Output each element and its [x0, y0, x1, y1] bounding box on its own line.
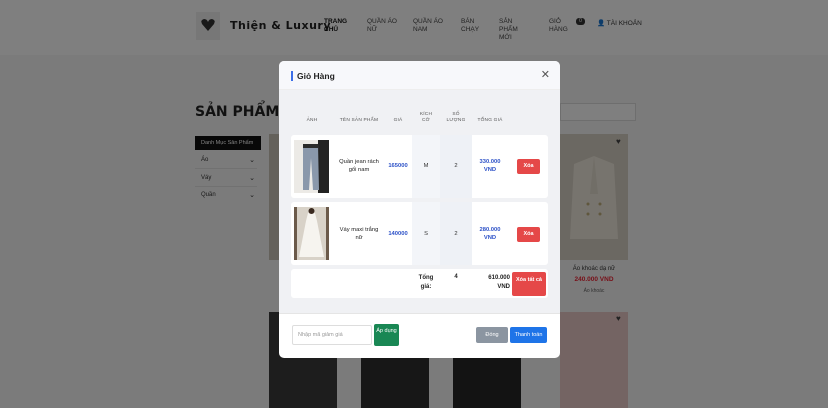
jeans-image	[294, 140, 329, 193]
delete-button[interactable]: Xóa	[517, 227, 540, 242]
product-price: 140000	[388, 231, 408, 237]
product-size: S	[424, 231, 428, 237]
divider	[279, 313, 560, 314]
delete-all-button[interactable]: Xóa tất cả	[512, 272, 546, 296]
close-icon[interactable]: ✕	[541, 70, 550, 81]
col-header-total: TỔNG GIÁ	[477, 118, 503, 123]
product-name: Váy maxi trắng nữ	[339, 227, 379, 241]
summary-label: Tổng giá:	[418, 275, 434, 290]
col-header-size: KÍCH CỠ	[419, 112, 433, 123]
apply-coupon-button[interactable]: Áp dụng	[374, 324, 399, 346]
product-quantity: 2	[454, 163, 458, 169]
close-button[interactable]: Đóng	[476, 327, 508, 343]
col-header-name: TÊN SẢN PHẨM	[339, 118, 379, 123]
modal-title: Giỏ Hàng	[291, 71, 335, 81]
col-header-price: GIÁ	[393, 118, 403, 123]
col-header-image: ẢNH	[306, 118, 318, 123]
dress-image	[294, 207, 329, 260]
product-thumbnail	[294, 140, 329, 193]
product-total: 330.000 VND	[479, 159, 501, 173]
product-thumbnail	[294, 207, 329, 260]
coupon-input[interactable]: Nhập mã giảm giá	[292, 325, 372, 345]
product-total: 280.000 VND	[479, 227, 501, 241]
modal-header: Giỏ Hàng ✕	[279, 61, 560, 90]
col-header-quantity: SỐ LƯỢNG	[446, 112, 466, 123]
summary-total: 610.000 VND	[488, 275, 510, 290]
product-quantity: 2	[454, 231, 458, 237]
summary-quantity: 4	[454, 274, 458, 280]
checkout-button[interactable]: Thanh toán	[510, 327, 547, 343]
product-size: M	[423, 163, 429, 169]
delete-button[interactable]: Xóa	[517, 159, 540, 174]
product-name: Quần jean rách gối nam	[339, 159, 379, 173]
product-price: 165000	[388, 163, 408, 169]
